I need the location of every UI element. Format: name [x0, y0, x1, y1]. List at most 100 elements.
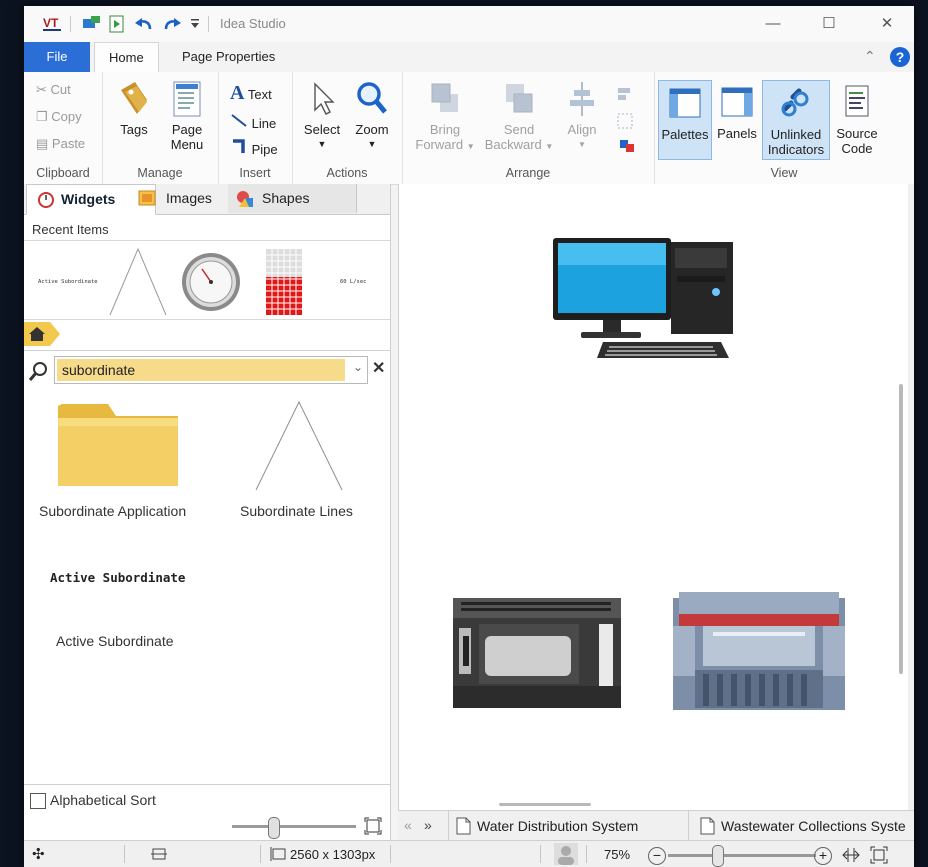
page-tab-wastewater-collections[interactable]: Wastewater Collections Syste: [688, 811, 914, 841]
recent-item-level-bar-icon[interactable]: [266, 249, 302, 315]
canvas-edge: [908, 184, 914, 810]
image-icon: [138, 190, 156, 206]
page-tabs-bar: « » Water Distribution System Wastewater…: [398, 810, 914, 841]
prev-page-chevron-icon[interactable]: «: [404, 817, 412, 833]
fit-icon[interactable]: [364, 817, 382, 835]
zoom-label: Zoom: [355, 122, 389, 137]
palette-search-box[interactable]: subordinate ⌄: [54, 356, 368, 384]
zoom-slider-thumb[interactable]: [712, 845, 724, 867]
insert-line-button[interactable]: Line: [230, 112, 276, 131]
view-group: Palettes Panels Unlinked Indicators Sour…: [654, 72, 914, 184]
tab-home[interactable]: Home: [94, 42, 159, 73]
cut-button[interactable]: ✂ Cut: [36, 82, 71, 98]
broken-link-icon: [781, 88, 809, 117]
minimize-button[interactable]: —: [758, 12, 788, 36]
tag-icon: [121, 82, 147, 114]
select-label: Select: [303, 122, 341, 137]
tags-button[interactable]: Tags: [114, 80, 154, 137]
tab-file[interactable]: File: [24, 42, 90, 72]
bring-forward-button[interactable]: Bring Forward ▼: [412, 80, 478, 154]
redo-icon[interactable]: [162, 15, 182, 33]
app-window: VT Idea Studio — ☐ ✕ File Home Page Prop…: [24, 6, 914, 867]
panels-button[interactable]: Panels: [714, 80, 760, 141]
recent-item-gauge-icon[interactable]: [180, 251, 242, 313]
source-code-button[interactable]: Source Code: [832, 80, 882, 156]
close-button[interactable]: ✕: [872, 12, 902, 36]
insert-text-button[interactable]: A Text: [230, 82, 272, 105]
palette-footer: Alphabetical Sort: [24, 784, 390, 841]
zoom-out-button[interactable]: −: [648, 847, 666, 865]
insert-pipe-button[interactable]: Pipe: [230, 138, 278, 157]
next-page-chevron-icon[interactable]: »: [424, 817, 432, 833]
canvas-horizontal-scrollbar[interactable]: [499, 803, 591, 806]
insert-text-label: Text: [247, 87, 272, 102]
page-icon: [456, 817, 471, 835]
page-menu-button[interactable]: Page Menu: [164, 80, 210, 152]
tab-shapes[interactable]: Shapes: [228, 184, 357, 213]
tab-page-properties[interactable]: Page Properties: [168, 42, 289, 72]
undo-icon[interactable]: [134, 15, 154, 33]
clipboard-group-label: Clipboard: [36, 166, 90, 180]
palettes-button[interactable]: Palettes: [658, 80, 712, 160]
icon-size-slider-thumb[interactable]: [268, 817, 280, 839]
recent-item-subordinate-lines[interactable]: [108, 247, 168, 317]
subordinate-lines-icon[interactable]: [252, 398, 346, 492]
page-menu-label-1: Page: [171, 122, 203, 137]
zoom-slider-track[interactable]: [668, 854, 816, 857]
folder-icon[interactable]: [56, 396, 180, 488]
unlinked-indicators-button[interactable]: Unlinked Indicators: [762, 80, 830, 160]
fit-page-icon[interactable]: [870, 846, 888, 864]
send-backward-label-1: Send: [503, 122, 535, 137]
shapes-icon: [237, 191, 253, 207]
copy-icon: ❐: [36, 109, 48, 124]
actions-group-label: Actions: [326, 166, 368, 180]
page-size-readout: 2560 x 1303px: [290, 847, 376, 862]
bring-forward-label-2: Forward ▼: [415, 137, 475, 152]
distribute-icon[interactable]: [614, 84, 644, 164]
plc-controller-icon[interactable]: [451, 594, 623, 712]
svg-text:VT: VT: [43, 16, 59, 30]
scissors-icon: ✂: [36, 82, 47, 97]
align-button[interactable]: Align ▼: [560, 80, 604, 152]
maximize-button[interactable]: ☐: [814, 12, 844, 36]
page-tab-label-1: Water Distribution System: [477, 818, 639, 834]
paste-button[interactable]: ▤ Paste: [36, 136, 85, 152]
clear-search-icon[interactable]: ✕: [372, 358, 385, 378]
source-code-label-1: Source: [836, 126, 878, 141]
recent-item-flow-value[interactable]: 60 L/sec: [340, 279, 367, 285]
paste-icon: ▤: [36, 136, 49, 151]
result-active-subordinate-mono[interactable]: Active Subordinate: [50, 570, 185, 585]
ribbon: ✂ Cut ❐ Copy ▤ Paste Clipboard Tags Page…: [24, 72, 914, 185]
zoom-button[interactable]: Zoom ▼: [350, 80, 394, 152]
canvas-vertical-scrollbar[interactable]: [899, 384, 903, 674]
home-breadcrumb[interactable]: [24, 322, 50, 346]
run-icon[interactable]: [108, 15, 126, 33]
app-logo-icon: VT: [43, 16, 61, 31]
send-backward-button[interactable]: Send Backward ▼: [482, 80, 556, 154]
manage-group: Tags Page Menu Manage: [102, 72, 219, 184]
result-active-subordinate[interactable]: Active Subordinate: [56, 633, 174, 649]
icon-size-slider-track[interactable]: [232, 825, 356, 828]
computer-workstation-icon[interactable]: [553, 236, 743, 368]
palette-search-input[interactable]: subordinate: [57, 359, 345, 381]
recent-item-active-subordinate[interactable]: Active Subordinate: [38, 279, 98, 285]
connect-icon[interactable]: [82, 15, 102, 33]
quick-access-dropdown-icon[interactable]: [190, 18, 200, 30]
drawing-canvas[interactable]: [398, 184, 909, 810]
source-code-icon: [845, 85, 869, 117]
industrial-plc-module-icon[interactable]: [673, 588, 847, 712]
page-tab-water-distribution[interactable]: Water Distribution System: [448, 811, 685, 841]
collapse-ribbon-icon[interactable]: ⌃: [864, 48, 876, 65]
result-subordinate-lines[interactable]: Subordinate Lines: [240, 503, 353, 519]
search-dropdown-chevron-icon[interactable]: ⌄: [353, 360, 363, 374]
clipboard-group: ✂ Cut ❐ Copy ▤ Paste Clipboard: [24, 72, 103, 184]
insert-line-label: Line: [251, 116, 277, 131]
help-icon[interactable]: ?: [890, 47, 910, 67]
fit-width-icon[interactable]: [842, 846, 860, 864]
user-avatar-icon[interactable]: [554, 843, 578, 865]
alphabetical-sort-checkbox[interactable]: [30, 793, 46, 809]
zoom-in-button[interactable]: +: [814, 847, 832, 865]
result-subordinate-application[interactable]: Subordinate Application: [39, 503, 186, 519]
select-button[interactable]: Select ▼: [300, 80, 344, 152]
copy-button[interactable]: ❐ Copy: [36, 109, 82, 125]
